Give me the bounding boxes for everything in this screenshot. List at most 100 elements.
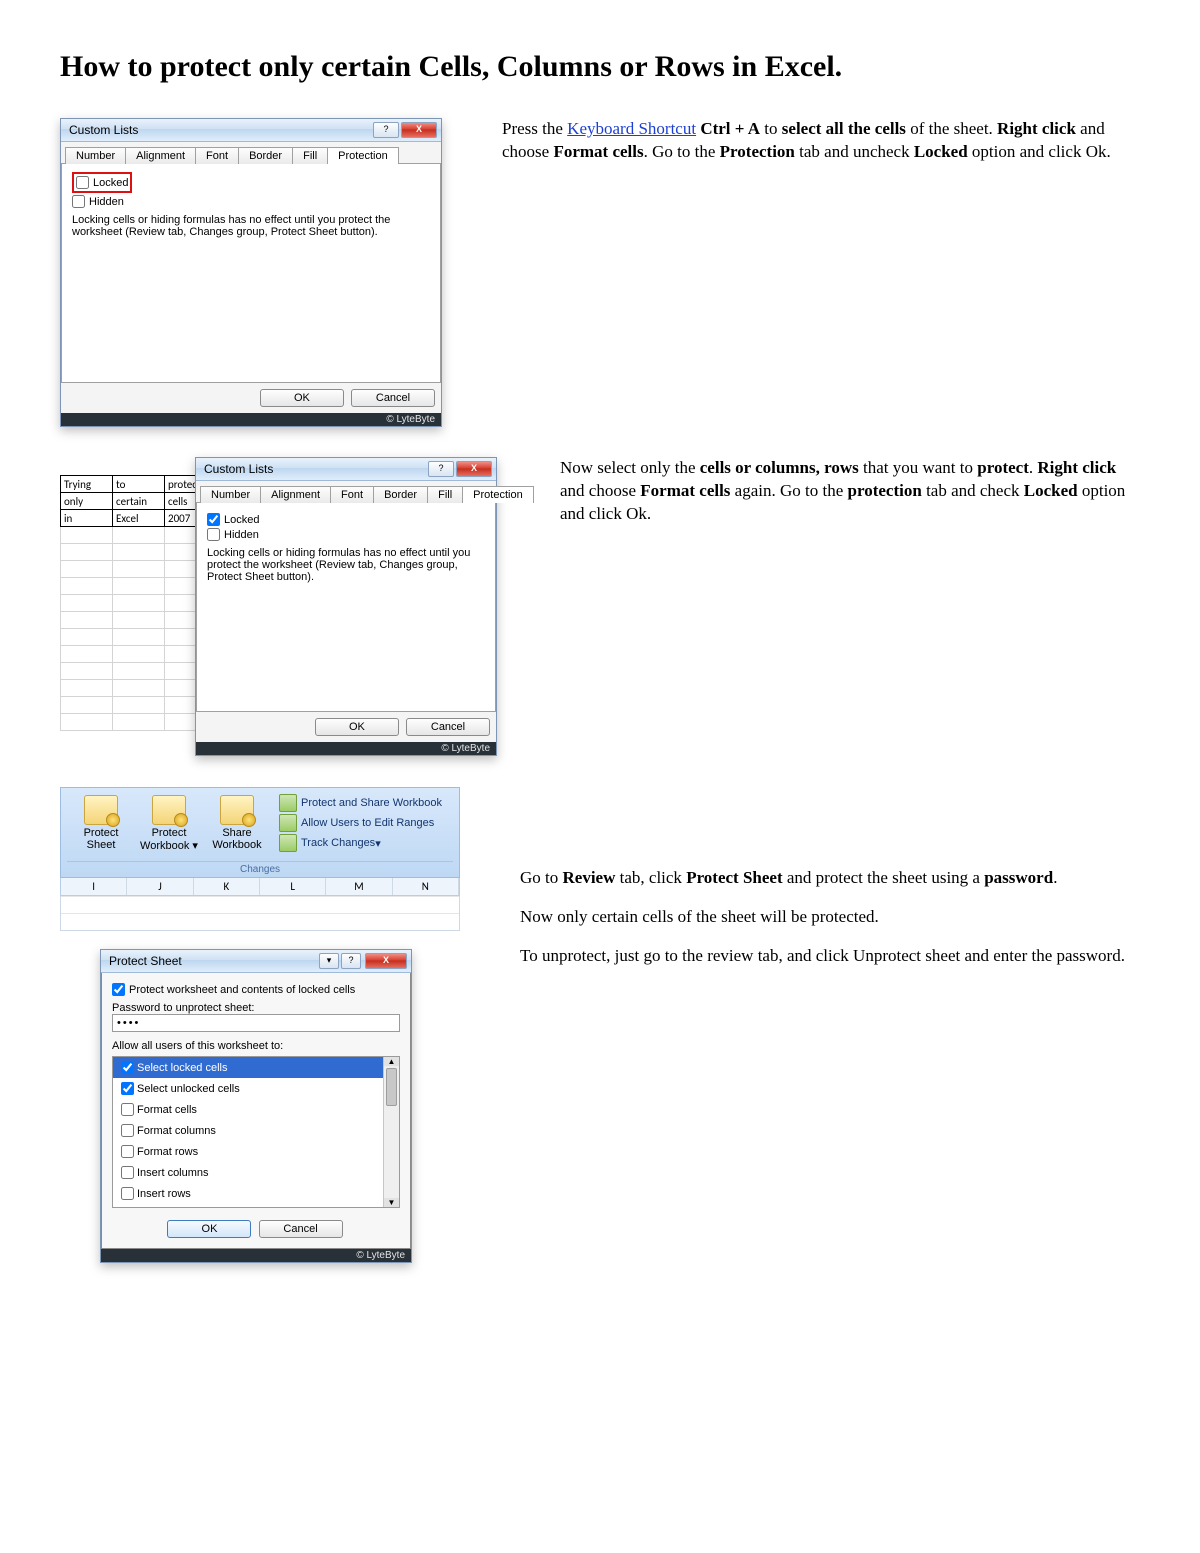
tab-fill[interactable]: Fill — [292, 147, 328, 164]
list-item[interactable]: Insert hyperlinks — [113, 1204, 399, 1208]
table-row: Tryingtoprotect — [61, 476, 217, 493]
perm-checkbox[interactable] — [121, 1166, 134, 1179]
protect-contents-label: Protect worksheet and contents of locked… — [129, 984, 355, 996]
watermark: © LyteByte — [101, 1249, 411, 1262]
step1-text: Press the Keyboard Shortcut Ctrl + A to … — [502, 118, 1140, 180]
protect-contents-checkbox[interactable] — [112, 983, 125, 996]
tab-border[interactable]: Border — [238, 147, 293, 164]
protection-note: Locking cells or hiding formulas has no … — [72, 214, 430, 238]
list-item[interactable]: Select locked cells — [113, 1057, 399, 1078]
format-cells-dialog-unchecked: Custom Lists ? X Number Alignment Font B… — [60, 118, 442, 427]
protect-and-share-button[interactable]: Protect and Share Workbook — [279, 794, 442, 812]
table-row: onlycertaincells — [61, 493, 217, 510]
format-cells-dialog-checked: Custom Lists ? X Number Alignment Font B… — [195, 457, 497, 756]
qat-save-icon[interactable]: ▾ — [319, 953, 339, 969]
scroll-up-icon[interactable]: ▲ — [384, 1057, 399, 1066]
scroll-thumb[interactable] — [386, 1068, 397, 1106]
cancel-button[interactable]: Cancel — [351, 389, 435, 407]
protect-workbook-button[interactable]: Protect Workbook ▾ — [135, 792, 203, 857]
hidden-label: Hidden — [224, 529, 259, 541]
sample-grid: Tryingtoprotect onlycertaincells inExcel… — [60, 475, 217, 731]
list-item[interactable]: Format rows — [113, 1141, 399, 1162]
chevron-down-icon: ▾ — [192, 840, 198, 852]
format-cells-over-sheet: Tryingtoprotect onlycertaincells inExcel… — [60, 457, 500, 757]
page-title: How to protect only certain Cells, Colum… — [60, 50, 1140, 84]
tab-number[interactable]: Number — [200, 486, 261, 503]
protect-sheet-icon — [84, 795, 118, 825]
edit-ranges-icon — [279, 814, 297, 832]
track-changes-icon — [279, 834, 297, 852]
password-label: Password to unprotect sheet: — [112, 1002, 400, 1014]
ok-button[interactable]: OK — [167, 1220, 251, 1238]
watermark: © LyteByte — [61, 413, 441, 426]
tab-protection[interactable]: Protection — [327, 147, 399, 164]
list-item[interactable]: Insert rows — [113, 1183, 399, 1204]
close-button[interactable]: X — [456, 461, 492, 477]
dialog-titlebar: Custom Lists ? X — [61, 119, 441, 142]
tab-alignment[interactable]: Alignment — [125, 147, 196, 164]
protection-note: Locking cells or hiding formulas has no … — [207, 547, 485, 583]
locked-label: Locked — [224, 514, 259, 526]
chevron-down-icon: ▾ — [375, 837, 381, 850]
locked-highlight: Locked — [72, 172, 132, 193]
perm-checkbox[interactable] — [121, 1061, 134, 1074]
share-workbook-icon — [220, 795, 254, 825]
dialog-title: Custom Lists — [204, 462, 273, 476]
cancel-button[interactable]: Cancel — [259, 1220, 343, 1238]
keyboard-shortcut-link[interactable]: Keyboard Shortcut — [567, 119, 696, 138]
share-workbook-button[interactable]: Share Workbook — [203, 792, 271, 856]
perm-checkbox[interactable] — [121, 1124, 134, 1137]
track-changes-button[interactable]: Track Changes ▾ — [279, 834, 442, 852]
perm-checkbox[interactable] — [121, 1082, 134, 1095]
list-item[interactable]: Format cells — [113, 1099, 399, 1120]
dialog-title: Protect Sheet — [109, 954, 182, 968]
close-button[interactable]: X — [365, 953, 407, 969]
column-headers: IJ KL MN — [60, 878, 460, 896]
list-item[interactable]: Insert columns — [113, 1162, 399, 1183]
ribbon-group-label: Changes — [67, 861, 453, 877]
tab-font[interactable]: Font — [330, 486, 374, 503]
cancel-button[interactable]: Cancel — [406, 718, 490, 736]
list-item[interactable]: Format columns — [113, 1120, 399, 1141]
step3-text: Go to Review tab, click Protect Sheet an… — [520, 867, 1140, 984]
hidden-checkbox[interactable] — [207, 528, 220, 541]
scroll-down-icon[interactable]: ▼ — [384, 1198, 399, 1207]
locked-checkbox[interactable] — [76, 176, 89, 189]
tab-border[interactable]: Border — [373, 486, 428, 503]
tab-font[interactable]: Font — [195, 147, 239, 164]
dialog-title: Custom Lists — [69, 123, 138, 137]
watermark: © LyteByte — [196, 742, 496, 755]
dialog-tabs: Number Alignment Font Border Fill Protec… — [61, 142, 441, 164]
perm-checkbox[interactable] — [121, 1145, 134, 1158]
dialog-titlebar: Custom Lists ? X — [196, 458, 496, 481]
tab-fill[interactable]: Fill — [427, 486, 463, 503]
help-button[interactable]: ? — [373, 122, 399, 138]
table-row: inExcel2007 — [61, 510, 217, 527]
protect-sheet-button[interactable]: Protect Sheet — [67, 792, 135, 856]
tab-protection[interactable]: Protection — [462, 486, 534, 503]
allow-users-edit-button[interactable]: Allow Users to Edit Ranges — [279, 814, 442, 832]
dialog-titlebar: Protect Sheet ▾ ? X — [101, 950, 411, 973]
password-input[interactable] — [112, 1014, 400, 1032]
locked-checkbox[interactable] — [207, 513, 220, 526]
perm-checkbox[interactable] — [121, 1103, 134, 1116]
permissions-listbox[interactable]: Select locked cells Select unlocked cell… — [112, 1056, 400, 1208]
help-button[interactable]: ? — [341, 953, 361, 969]
allow-label: Allow all users of this worksheet to: — [112, 1040, 400, 1052]
step2-text: Now select only the cells or columns, ro… — [560, 457, 1140, 542]
list-item[interactable]: Select unlocked cells — [113, 1078, 399, 1099]
perm-checkbox[interactable] — [121, 1187, 134, 1200]
hidden-label: Hidden — [89, 196, 124, 208]
tab-alignment[interactable]: Alignment — [260, 486, 331, 503]
ok-button[interactable]: OK — [315, 718, 399, 736]
help-button[interactable]: ? — [428, 461, 454, 477]
tab-number[interactable]: Number — [65, 147, 126, 164]
hidden-checkbox[interactable] — [72, 195, 85, 208]
scrollbar[interactable]: ▲ ▼ — [383, 1057, 399, 1207]
protect-sheet-dialog: Protect Sheet ▾ ? X Protect worksheet an… — [100, 949, 412, 1263]
locked-label: Locked — [93, 177, 128, 189]
ribbon-changes-group: Protect Sheet Protect Workbook ▾ Share W… — [60, 787, 460, 878]
ok-button[interactable]: OK — [260, 389, 344, 407]
protect-share-icon — [279, 794, 297, 812]
close-button[interactable]: X — [401, 122, 437, 138]
